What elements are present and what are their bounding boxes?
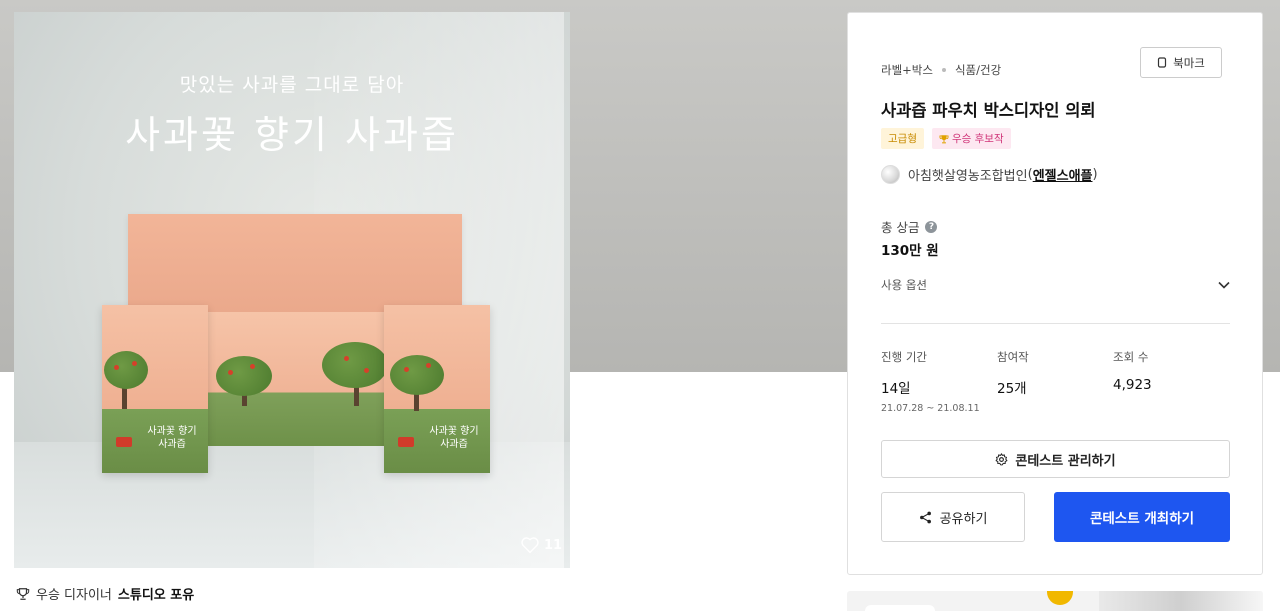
product-box-front (204, 312, 388, 446)
stat-value: 4,923 (1113, 377, 1152, 393)
stat-value: 14일 (881, 381, 911, 397)
client-close-paren: ) (1092, 167, 1098, 182)
like-button[interactable]: 11 (520, 536, 562, 554)
breadcrumb: 라벨+박스 식품/건강 (881, 62, 1001, 78)
manage-contest-label: 콘테스트 관리하기 (1015, 453, 1116, 469)
hero-subtitle: 맛있는 사과를 그대로 담아 (179, 74, 405, 96)
award-badge-label: 우승 후보작 (951, 133, 1004, 145)
grade-badge: 고급형 (881, 128, 924, 149)
share-label: 공유하기 (939, 511, 988, 527)
pouch-label-line2: 사과즙 (440, 439, 468, 450)
client-avatar (881, 165, 900, 184)
breadcrumb-subcategory[interactable]: 식품/건강 (955, 62, 1001, 78)
pouch-label: 사과꽃 향기 사과즙 (142, 425, 202, 451)
usage-options-label: 사용 옵션 (881, 278, 927, 292)
prize-value: 130만 원 (881, 243, 939, 259)
contest-title: 사과즙 파우치 박스디자인 의뢰 (881, 101, 1096, 120)
stat-dates: 21.07.28 ~ 21.08.11 (881, 403, 980, 414)
badge-group: 고급형 우승 후보작 (881, 128, 1011, 149)
prize-label-text: 총 상금 (881, 220, 920, 235)
winner-caption: 우승 디자이너 스튜디오 포유 (16, 584, 194, 603)
trophy-icon (16, 587, 30, 600)
client-info: 아침햇살영농조합법인(엔젤스애플) (881, 165, 1098, 184)
hero-title: 사과꽃 향기 사과즙 (125, 113, 459, 157)
divider (881, 323, 1230, 324)
pouch-logo (116, 437, 132, 447)
client-name: 아침햇살영농조합법인 (908, 169, 1028, 184)
stat-label: 참여작 (997, 350, 1029, 364)
breadcrumb-separator (941, 68, 946, 72)
product-pouch-left: 사과꽃 향기 사과즙 (102, 305, 208, 473)
contest-info-panel: 라벨+박스 식품/건강 북마크 사과즙 파우치 박스디자인 의뢰 고급형 우승 … (847, 12, 1263, 575)
share-icon (919, 511, 931, 523)
stat-period: 진행 기간 14일 21.07.28 ~ 21.08.11 (881, 349, 997, 414)
stat-entries: 참여작 25개 (997, 349, 1113, 414)
card-decoration (1047, 591, 1073, 605)
client-profile-link[interactable]: 엔젤스애플 (1033, 165, 1093, 184)
pouch-label-line1: 사과꽃 향기 (147, 426, 197, 437)
caption-prefix: 우승 디자이너 (36, 588, 112, 603)
like-count: 11 (544, 537, 563, 553)
trophy-icon (939, 134, 949, 143)
gear-icon (995, 452, 1008, 465)
pouch-label-line2: 사과즙 (158, 439, 186, 450)
prize-label: 총 상금 ? (881, 217, 938, 236)
bookmark-icon (1158, 57, 1167, 68)
contest-hero-image[interactable]: 맛있는 사과를 그대로 담아 사과꽃 향기 사과즙 사과꽃 향기 사과즙 사과꽃… (14, 12, 570, 568)
card-thumbnail (1099, 591, 1263, 611)
winner-designer-link[interactable]: 스튜디오 포유 (118, 584, 194, 603)
stat-views: 조회 수 4,923 (1113, 349, 1229, 414)
heart-icon (521, 537, 539, 554)
stat-label: 진행 기간 (881, 350, 927, 364)
product-box-back (128, 214, 462, 318)
share-button[interactable]: 공유하기 (881, 492, 1025, 542)
breadcrumb-category[interactable]: 라벨+박스 (881, 62, 933, 78)
award-badge: 우승 후보작 (931, 128, 1011, 149)
chevron-down-icon (1218, 281, 1230, 289)
manage-contest-button[interactable]: 콘테스트 관리하기 (881, 440, 1230, 478)
pouch-label-line1: 사과꽃 향기 (429, 426, 479, 437)
usage-options-toggle[interactable]: 사용 옵션 (881, 277, 1230, 293)
bookmark-button[interactable]: 북마크 (1140, 47, 1222, 78)
related-contest-card[interactable] (847, 591, 1263, 611)
product-pouch-right: 사과꽃 향기 사과즙 (384, 305, 490, 473)
pouch-logo (398, 437, 414, 447)
contest-stats: 진행 기간 14일 21.07.28 ~ 21.08.11 참여작 25개 조회… (881, 349, 1230, 414)
host-contest-button[interactable]: 콘테스트 개최하기 (1054, 492, 1230, 542)
bookmark-label: 북마크 (1173, 55, 1205, 70)
stat-label: 조회 수 (1113, 350, 1149, 364)
pouch-label: 사과꽃 향기 사과즙 (424, 425, 484, 451)
card-tag (865, 605, 935, 611)
help-icon[interactable]: ? (925, 220, 938, 233)
stat-value: 25개 (997, 381, 1027, 397)
